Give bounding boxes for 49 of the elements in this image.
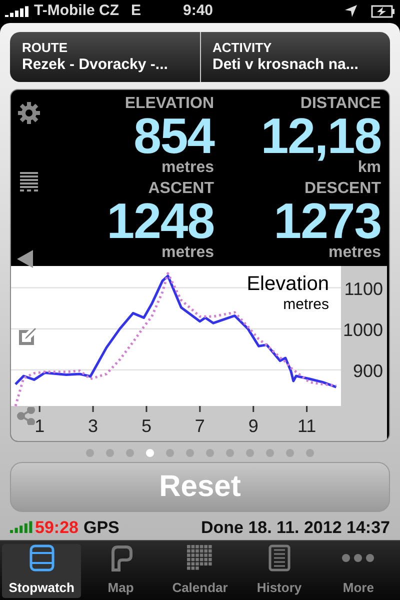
- gps-signal-icon: [10, 521, 34, 534]
- x-tick-label: 11: [297, 416, 316, 436]
- tab[interactable]: Map: [81, 544, 160, 598]
- stat-unit: km: [358, 158, 381, 176]
- activity-button[interactable]: ACTIVITY Deti v krosnach na...: [200, 32, 390, 82]
- list-icon[interactable]: [20, 172, 38, 192]
- stat-unit: metres: [162, 244, 214, 262]
- stat-value: 854: [134, 112, 214, 158]
- stat-label: DISTANCE: [300, 94, 381, 112]
- chart-unit: metres: [283, 296, 329, 312]
- gps-label: GPS: [83, 516, 120, 538]
- edit-icon[interactable]: [19, 326, 37, 344]
- battery-icon: [371, 4, 395, 18]
- network-type: E: [131, 1, 142, 21]
- y-tick-label: 900: [352, 360, 383, 380]
- stat-value: 1273: [274, 198, 381, 244]
- notebook-icon: [267, 544, 292, 572]
- stat-unit: metres: [162, 158, 214, 176]
- carrier-name: T-Mobile CZ: [34, 1, 119, 21]
- tab[interactable]: Calendar: [160, 544, 240, 598]
- share-icon[interactable]: [17, 406, 35, 424]
- x-tick-label: 9: [248, 416, 258, 436]
- tab[interactable]: More: [318, 544, 398, 598]
- x-tick-label: 3: [88, 416, 98, 436]
- y-tick-label: 1000: [342, 319, 383, 340]
- stat-value: 1248: [106, 198, 214, 244]
- panel-icon: [28, 544, 55, 572]
- stat-label: ASCENT: [148, 180, 214, 198]
- x-tick-label: 1: [34, 416, 45, 436]
- stat-label: DESCENT: [304, 180, 381, 198]
- signal-icon: [5, 5, 31, 18]
- collapse-triangle-icon[interactable]: [17, 250, 33, 268]
- gps-timer: 59:28: [35, 516, 78, 538]
- route-button[interactable]: ROUTE Rezek - Dvoracky -...: [10, 32, 200, 82]
- tab[interactable]: Stopwatch: [2, 544, 82, 598]
- y-tick-label: 1100: [344, 278, 383, 298]
- chart-title: Elevation: [246, 272, 329, 294]
- tab[interactable]: History: [240, 544, 319, 598]
- more-icon: [341, 553, 376, 564]
- x-tick-label: 7: [194, 416, 205, 436]
- location-arrow-icon: [345, 5, 357, 18]
- x-tick-label: 5: [141, 416, 152, 436]
- clock: 9:40: [183, 1, 214, 21]
- calendar-icon: [187, 545, 213, 572]
- done-timestamp: Done 18. 11. 2012 14:37: [200, 516, 390, 538]
- stat-unit: metres: [328, 244, 381, 262]
- settings-icon[interactable]: [18, 102, 40, 124]
- stat-value: 12,18: [260, 112, 381, 158]
- stat-label: ELEVATION: [124, 94, 214, 112]
